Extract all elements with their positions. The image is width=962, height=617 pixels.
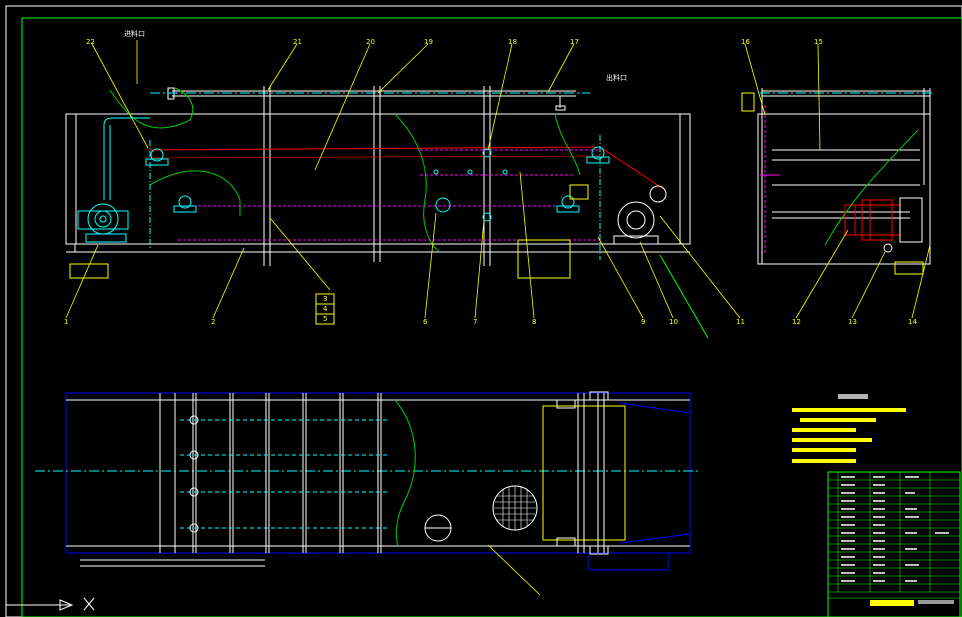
part-number-2: 2 bbox=[211, 318, 215, 326]
bearing-unit-right-lower bbox=[556, 195, 580, 213]
part-number-17: 17 bbox=[570, 38, 579, 46]
mesh-filter bbox=[492, 485, 538, 531]
part-number-8: 8 bbox=[532, 318, 536, 326]
part-number-22: 22 bbox=[86, 38, 95, 46]
part-number-18: 18 bbox=[508, 38, 517, 46]
leader-lines-side bbox=[744, 43, 931, 319]
part-number-5: 5 bbox=[323, 315, 327, 323]
part-number-19: 19 bbox=[424, 38, 433, 46]
leader-lines-front bbox=[65, 40, 741, 319]
part-number-20: 20 bbox=[366, 38, 375, 46]
bill-of-materials-table bbox=[827, 471, 961, 617]
part-number-3: 3 bbox=[323, 295, 327, 303]
part-number-16: 16 bbox=[741, 38, 750, 46]
cad-drawing-canvas: 进料口 出料口 1 2 3 4 5 6 7 8 9 10 11 12 13 14… bbox=[5, 5, 962, 617]
bearing-unit-lower bbox=[173, 195, 197, 213]
part-number-15: 15 bbox=[814, 38, 823, 46]
part-number-9: 9 bbox=[641, 318, 645, 326]
technical-requirements-block bbox=[792, 408, 906, 463]
part-number-11: 11 bbox=[736, 318, 745, 326]
requirements-title bbox=[838, 394, 868, 399]
plan-view bbox=[35, 391, 700, 571]
bearing-unit-right bbox=[586, 146, 610, 164]
part-number-4: 4 bbox=[323, 305, 328, 313]
fan-housing bbox=[617, 201, 655, 239]
part-number-10: 10 bbox=[669, 318, 678, 326]
inner-drawing-frame bbox=[21, 17, 962, 617]
part-number-1: 1 bbox=[64, 318, 68, 326]
part-number-7: 7 bbox=[473, 318, 477, 326]
outlet-label: 出料口 bbox=[606, 73, 627, 82]
part-number-12: 12 bbox=[792, 318, 801, 326]
part-number-21: 21 bbox=[293, 38, 302, 46]
bearing-unit-left bbox=[145, 148, 169, 166]
part-number-6: 6 bbox=[423, 318, 428, 326]
part-number-13: 13 bbox=[848, 318, 857, 326]
side-motor bbox=[844, 197, 923, 243]
machine-housing bbox=[65, 113, 691, 245]
part-number-14: 14 bbox=[908, 318, 917, 326]
front-elevation-view bbox=[65, 86, 691, 279]
inlet-label: 进料口 bbox=[124, 29, 145, 38]
